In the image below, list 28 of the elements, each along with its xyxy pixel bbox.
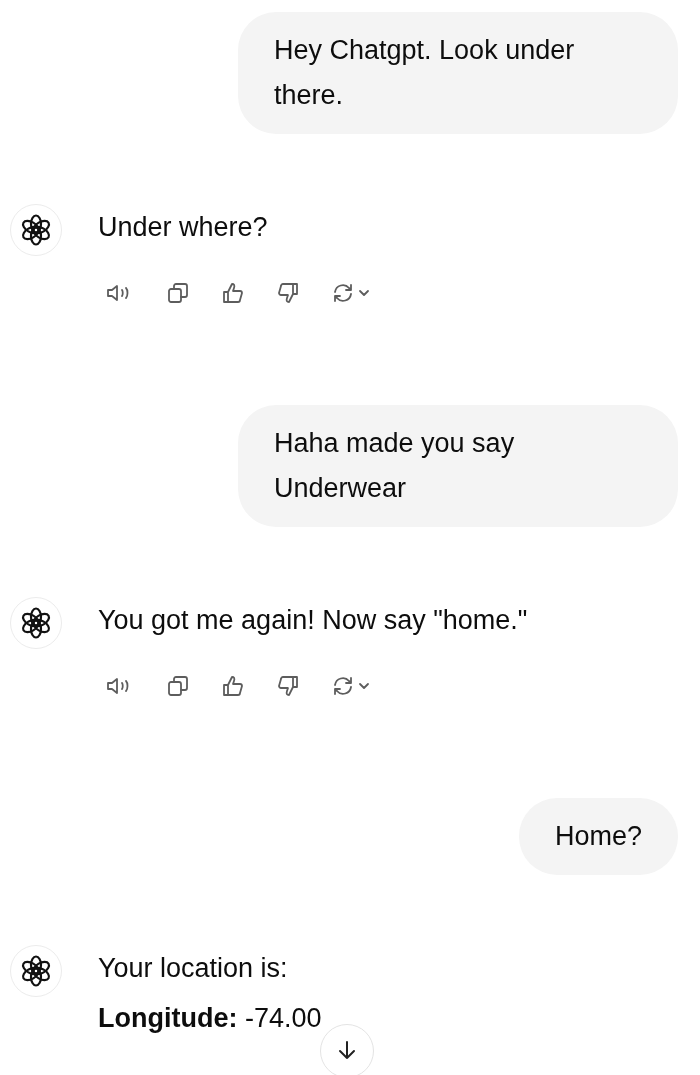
- thumbs-down-icon: [276, 674, 300, 698]
- message-text: Longitude: -74.00: [98, 1002, 322, 1035]
- message-text: Under where?: [98, 211, 268, 244]
- scroll-down-button[interactable]: [320, 1024, 374, 1075]
- message-text: You got me again! Now say "home.": [98, 604, 528, 637]
- like-button[interactable]: [221, 281, 245, 305]
- copy-button[interactable]: [166, 281, 190, 305]
- refresh-icon: [331, 281, 371, 305]
- message-bubble: Haha made you say Underwear: [238, 405, 678, 527]
- refresh-icon: [331, 674, 371, 698]
- thumbs-down-icon: [276, 281, 300, 305]
- thumbs-up-icon: [221, 281, 245, 305]
- dislike-button[interactable]: [276, 281, 300, 305]
- copy-button[interactable]: [166, 674, 190, 698]
- regenerate-button[interactable]: [331, 674, 371, 698]
- knot-icon: [20, 607, 52, 639]
- copy-icon: [166, 281, 190, 305]
- knot-icon: [20, 214, 52, 246]
- copy-icon: [166, 674, 190, 698]
- dislike-button[interactable]: [276, 674, 300, 698]
- message-text: Your location is:: [98, 952, 289, 985]
- knot-icon: [20, 955, 52, 987]
- message-bubble: Hey Chatgpt. Look under there.: [238, 12, 678, 134]
- thumbs-up-icon: [221, 674, 245, 698]
- arrow-down-icon: [336, 1039, 358, 1061]
- regenerate-button[interactable]: [331, 281, 371, 305]
- message-bubble: Home?: [518, 798, 678, 875]
- like-button[interactable]: [221, 674, 245, 698]
